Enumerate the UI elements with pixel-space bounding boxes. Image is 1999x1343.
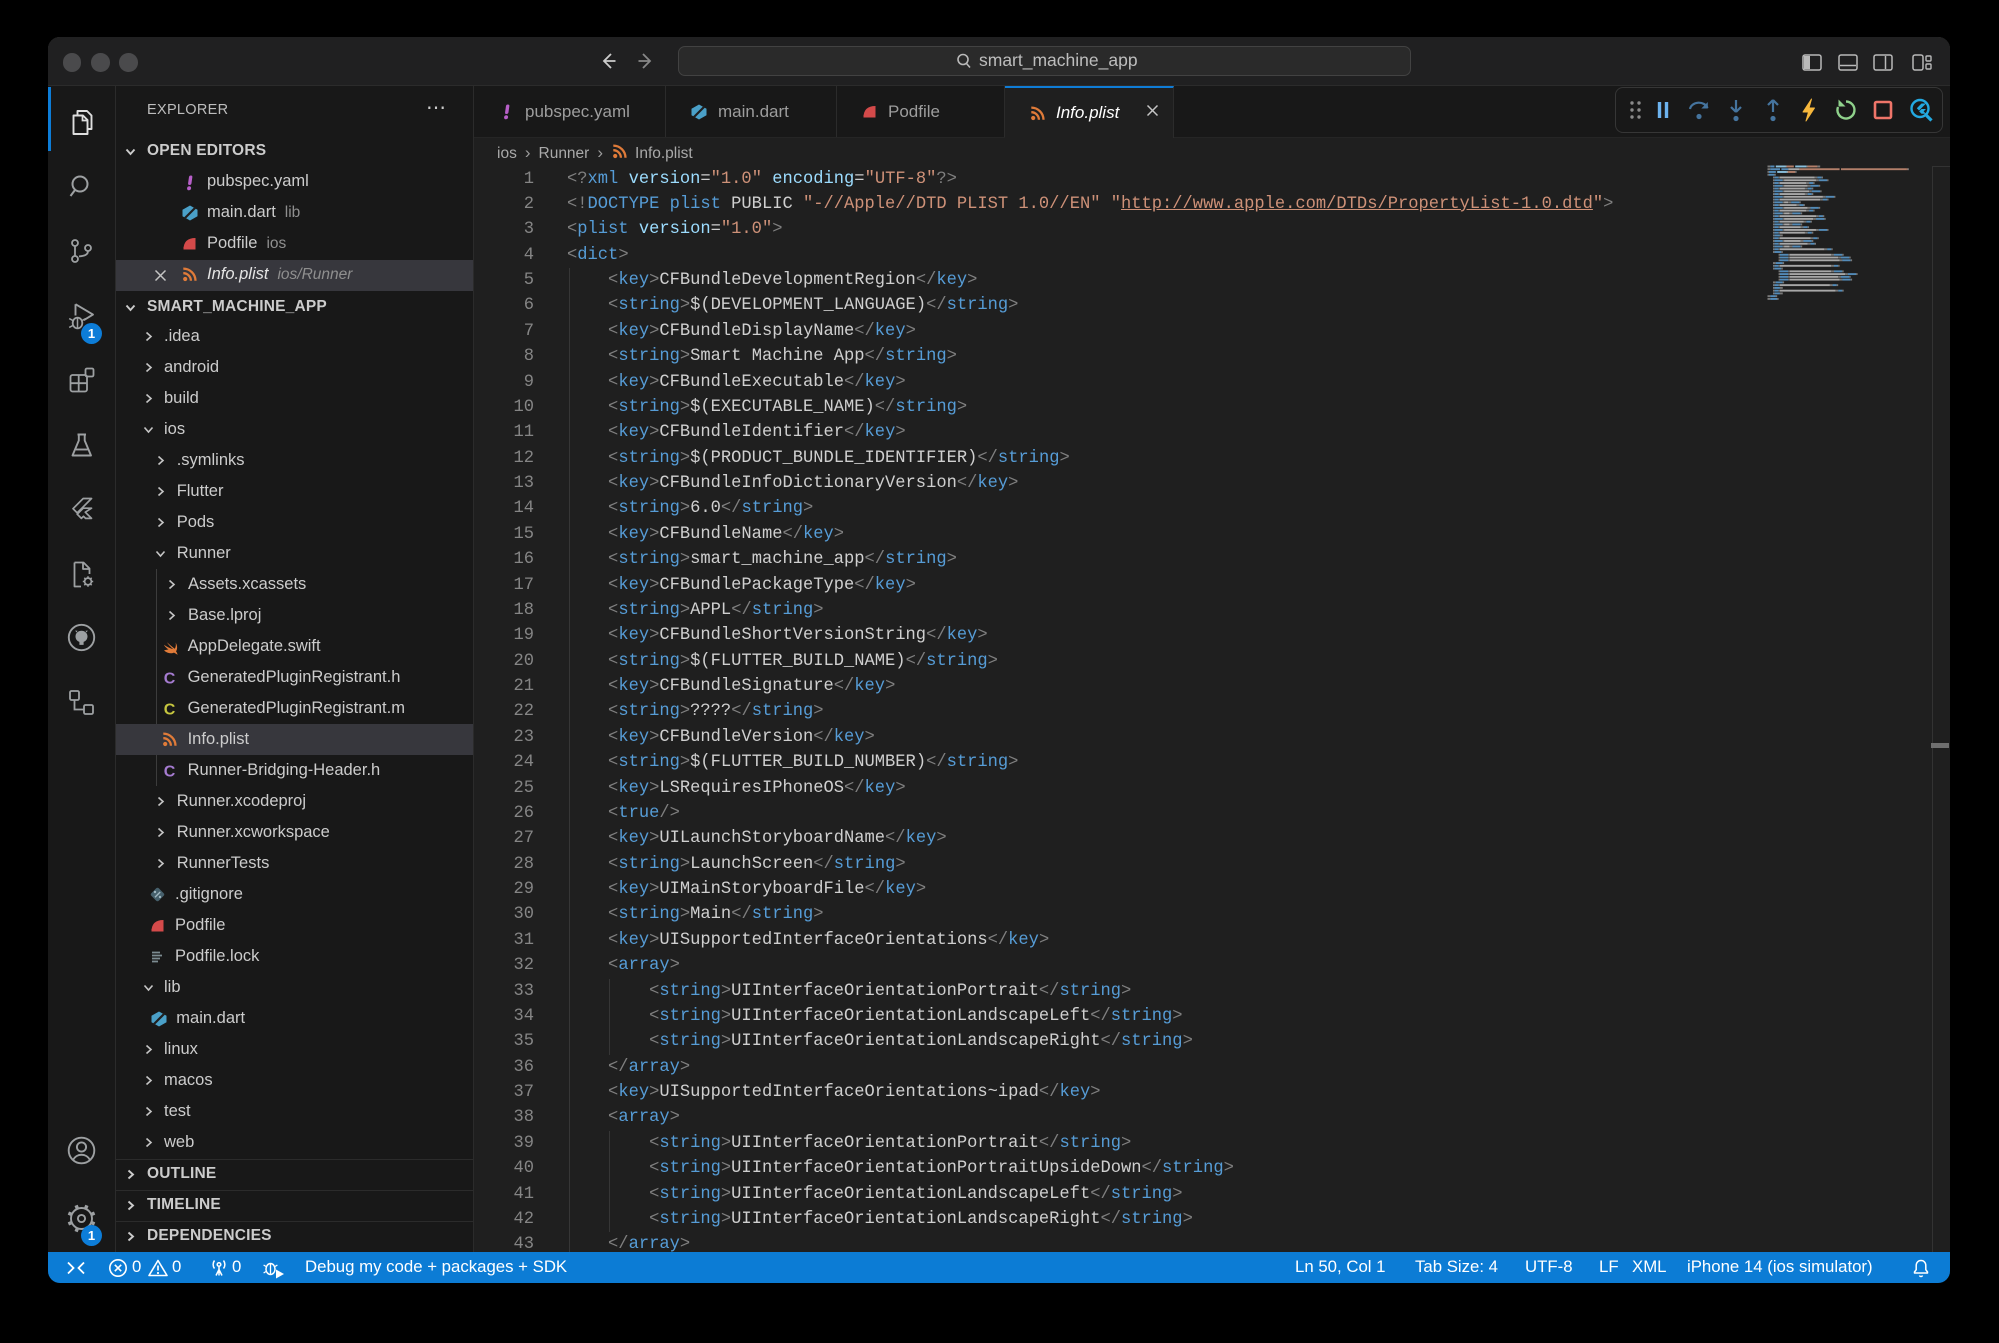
svg-text:C: C <box>163 670 175 687</box>
svg-text:C: C <box>163 701 175 718</box>
svg-text:C: C <box>163 763 175 780</box>
